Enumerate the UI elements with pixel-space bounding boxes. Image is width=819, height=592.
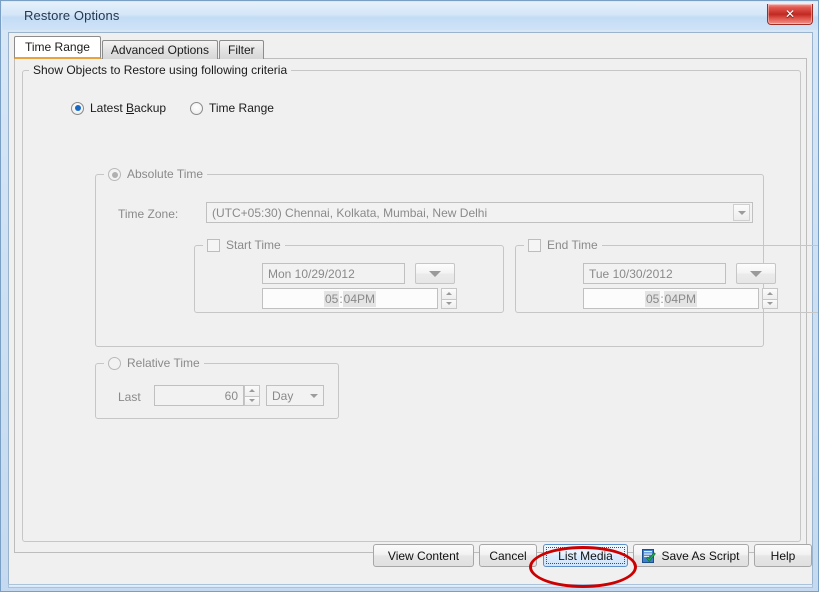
restore-options-window: Restore Options ✕ Time Range Advanced Op…	[0, 0, 819, 592]
help-button[interactable]: Help	[754, 544, 812, 567]
tab-filter[interactable]: Filter	[219, 40, 264, 59]
start-time-group: Start Time Mon 10/29/2012 05 : 04PM	[194, 245, 504, 313]
end-time-legend: End Time	[524, 238, 602, 253]
radio-latest-backup-label: Latest Backup	[90, 101, 166, 115]
dialog-button-bar: View Content Cancel List Media	[9, 536, 812, 584]
script-document-icon	[642, 549, 656, 563]
list-media-button-label: List Media	[558, 549, 613, 563]
spinner-down-icon[interactable]	[244, 396, 260, 407]
radio-relative-time-indicator[interactable]	[108, 357, 121, 370]
end-time-group: End Time Tue 10/30/2012 05 : 04PM	[515, 245, 819, 313]
spinner-up-icon[interactable]	[441, 288, 457, 299]
radio-absolute-time-indicator[interactable]	[108, 168, 121, 181]
dialog-client-area: Time Range Advanced Options Filter Show …	[8, 32, 813, 585]
spinner-up-icon[interactable]	[244, 385, 260, 396]
tab-time-range-label: Time Range	[25, 40, 90, 54]
radio-time-range-label: Time Range	[209, 101, 274, 115]
start-time-hour: 05	[324, 291, 339, 307]
end-date-field[interactable]: Tue 10/30/2012	[583, 263, 726, 284]
dialog-bottom-strip	[8, 584, 813, 588]
time-zone-label: Time Zone:	[118, 207, 178, 221]
checkbox-end-time[interactable]	[528, 239, 541, 252]
end-time-hour: 05	[645, 291, 660, 307]
tab-advanced-options[interactable]: Advanced Options	[102, 40, 218, 59]
relative-time-legend: Relative Time	[104, 356, 204, 371]
radio-latest-backup-indicator	[71, 102, 84, 115]
radio-latest-backup[interactable]: Latest Backup	[71, 101, 166, 115]
absolute-time-group: Absolute Time Time Zone: (UTC+05:30) Che…	[95, 174, 764, 347]
tab-strip: Time Range Advanced Options Filter	[14, 37, 265, 59]
last-value-spinner[interactable]	[244, 385, 260, 406]
view-content-button[interactable]: View Content	[373, 544, 474, 567]
chevron-down-icon	[429, 271, 441, 277]
end-time-rest: 04PM	[664, 291, 697, 307]
list-media-button[interactable]: List Media	[543, 544, 628, 567]
end-time-label: End Time	[547, 238, 598, 253]
cancel-button-label: Cancel	[489, 549, 526, 563]
save-as-script-button[interactable]: Save As Script	[633, 544, 749, 567]
radio-time-range[interactable]: Time Range	[190, 101, 274, 115]
radio-absolute-time-label: Absolute Time	[127, 167, 203, 182]
criteria-group-label: Show Objects to Restore using following …	[33, 63, 287, 78]
chevron-down-icon[interactable]	[307, 387, 321, 404]
title-bar: Restore Options ✕	[2, 2, 819, 30]
close-button[interactable]: ✕	[767, 4, 813, 25]
tab-time-range[interactable]: Time Range	[14, 36, 101, 59]
relative-unit-combo[interactable]: Day	[266, 385, 324, 406]
cancel-button[interactable]: Cancel	[479, 544, 537, 567]
spinner-down-icon[interactable]	[441, 299, 457, 310]
start-time-rest: 04PM	[343, 291, 376, 307]
radio-time-range-indicator	[190, 102, 203, 115]
start-time-label: Start Time	[226, 238, 281, 253]
radio-relative-time-label: Relative Time	[127, 356, 200, 371]
last-value-field[interactable]: 60	[154, 385, 244, 406]
spinner-down-icon[interactable]	[762, 299, 778, 310]
help-button-label: Help	[771, 549, 796, 563]
tab-advanced-options-label: Advanced Options	[111, 43, 209, 57]
tab-filter-label: Filter	[228, 43, 255, 57]
chevron-down-icon	[750, 271, 762, 277]
relative-unit-value: Day	[267, 389, 307, 403]
absolute-time-legend: Absolute Time	[104, 167, 207, 182]
last-label: Last	[118, 390, 141, 404]
window-title: Restore Options	[24, 8, 119, 23]
criteria-group: Show Objects to Restore using following …	[22, 70, 801, 542]
end-time-field[interactable]: 05 : 04PM	[583, 288, 759, 309]
spinner-up-icon[interactable]	[762, 288, 778, 299]
save-as-script-button-label: Save As Script	[661, 549, 739, 563]
chevron-down-icon[interactable]	[733, 204, 750, 221]
end-time-spinner[interactable]	[762, 288, 778, 309]
start-date-field[interactable]: Mon 10/29/2012	[262, 263, 405, 284]
start-time-legend: Start Time	[203, 238, 285, 253]
close-icon: ✕	[785, 8, 795, 20]
tab-page-time-range: Show Objects to Restore using following …	[14, 58, 807, 553]
view-content-button-label: View Content	[388, 549, 459, 563]
end-date-dropdown-button[interactable]	[736, 263, 776, 284]
time-zone-value: (UTC+05:30) Chennai, Kolkata, Mumbai, Ne…	[207, 206, 733, 220]
start-date-dropdown-button[interactable]	[415, 263, 455, 284]
start-time-spinner[interactable]	[441, 288, 457, 309]
criteria-group-legend: Show Objects to Restore using following …	[29, 63, 291, 78]
checkbox-start-time[interactable]	[207, 239, 220, 252]
start-time-field[interactable]: 05 : 04PM	[262, 288, 438, 309]
time-zone-combo[interactable]: (UTC+05:30) Chennai, Kolkata, Mumbai, Ne…	[206, 202, 753, 223]
relative-time-group: Relative Time Last 60 Day	[95, 363, 339, 419]
